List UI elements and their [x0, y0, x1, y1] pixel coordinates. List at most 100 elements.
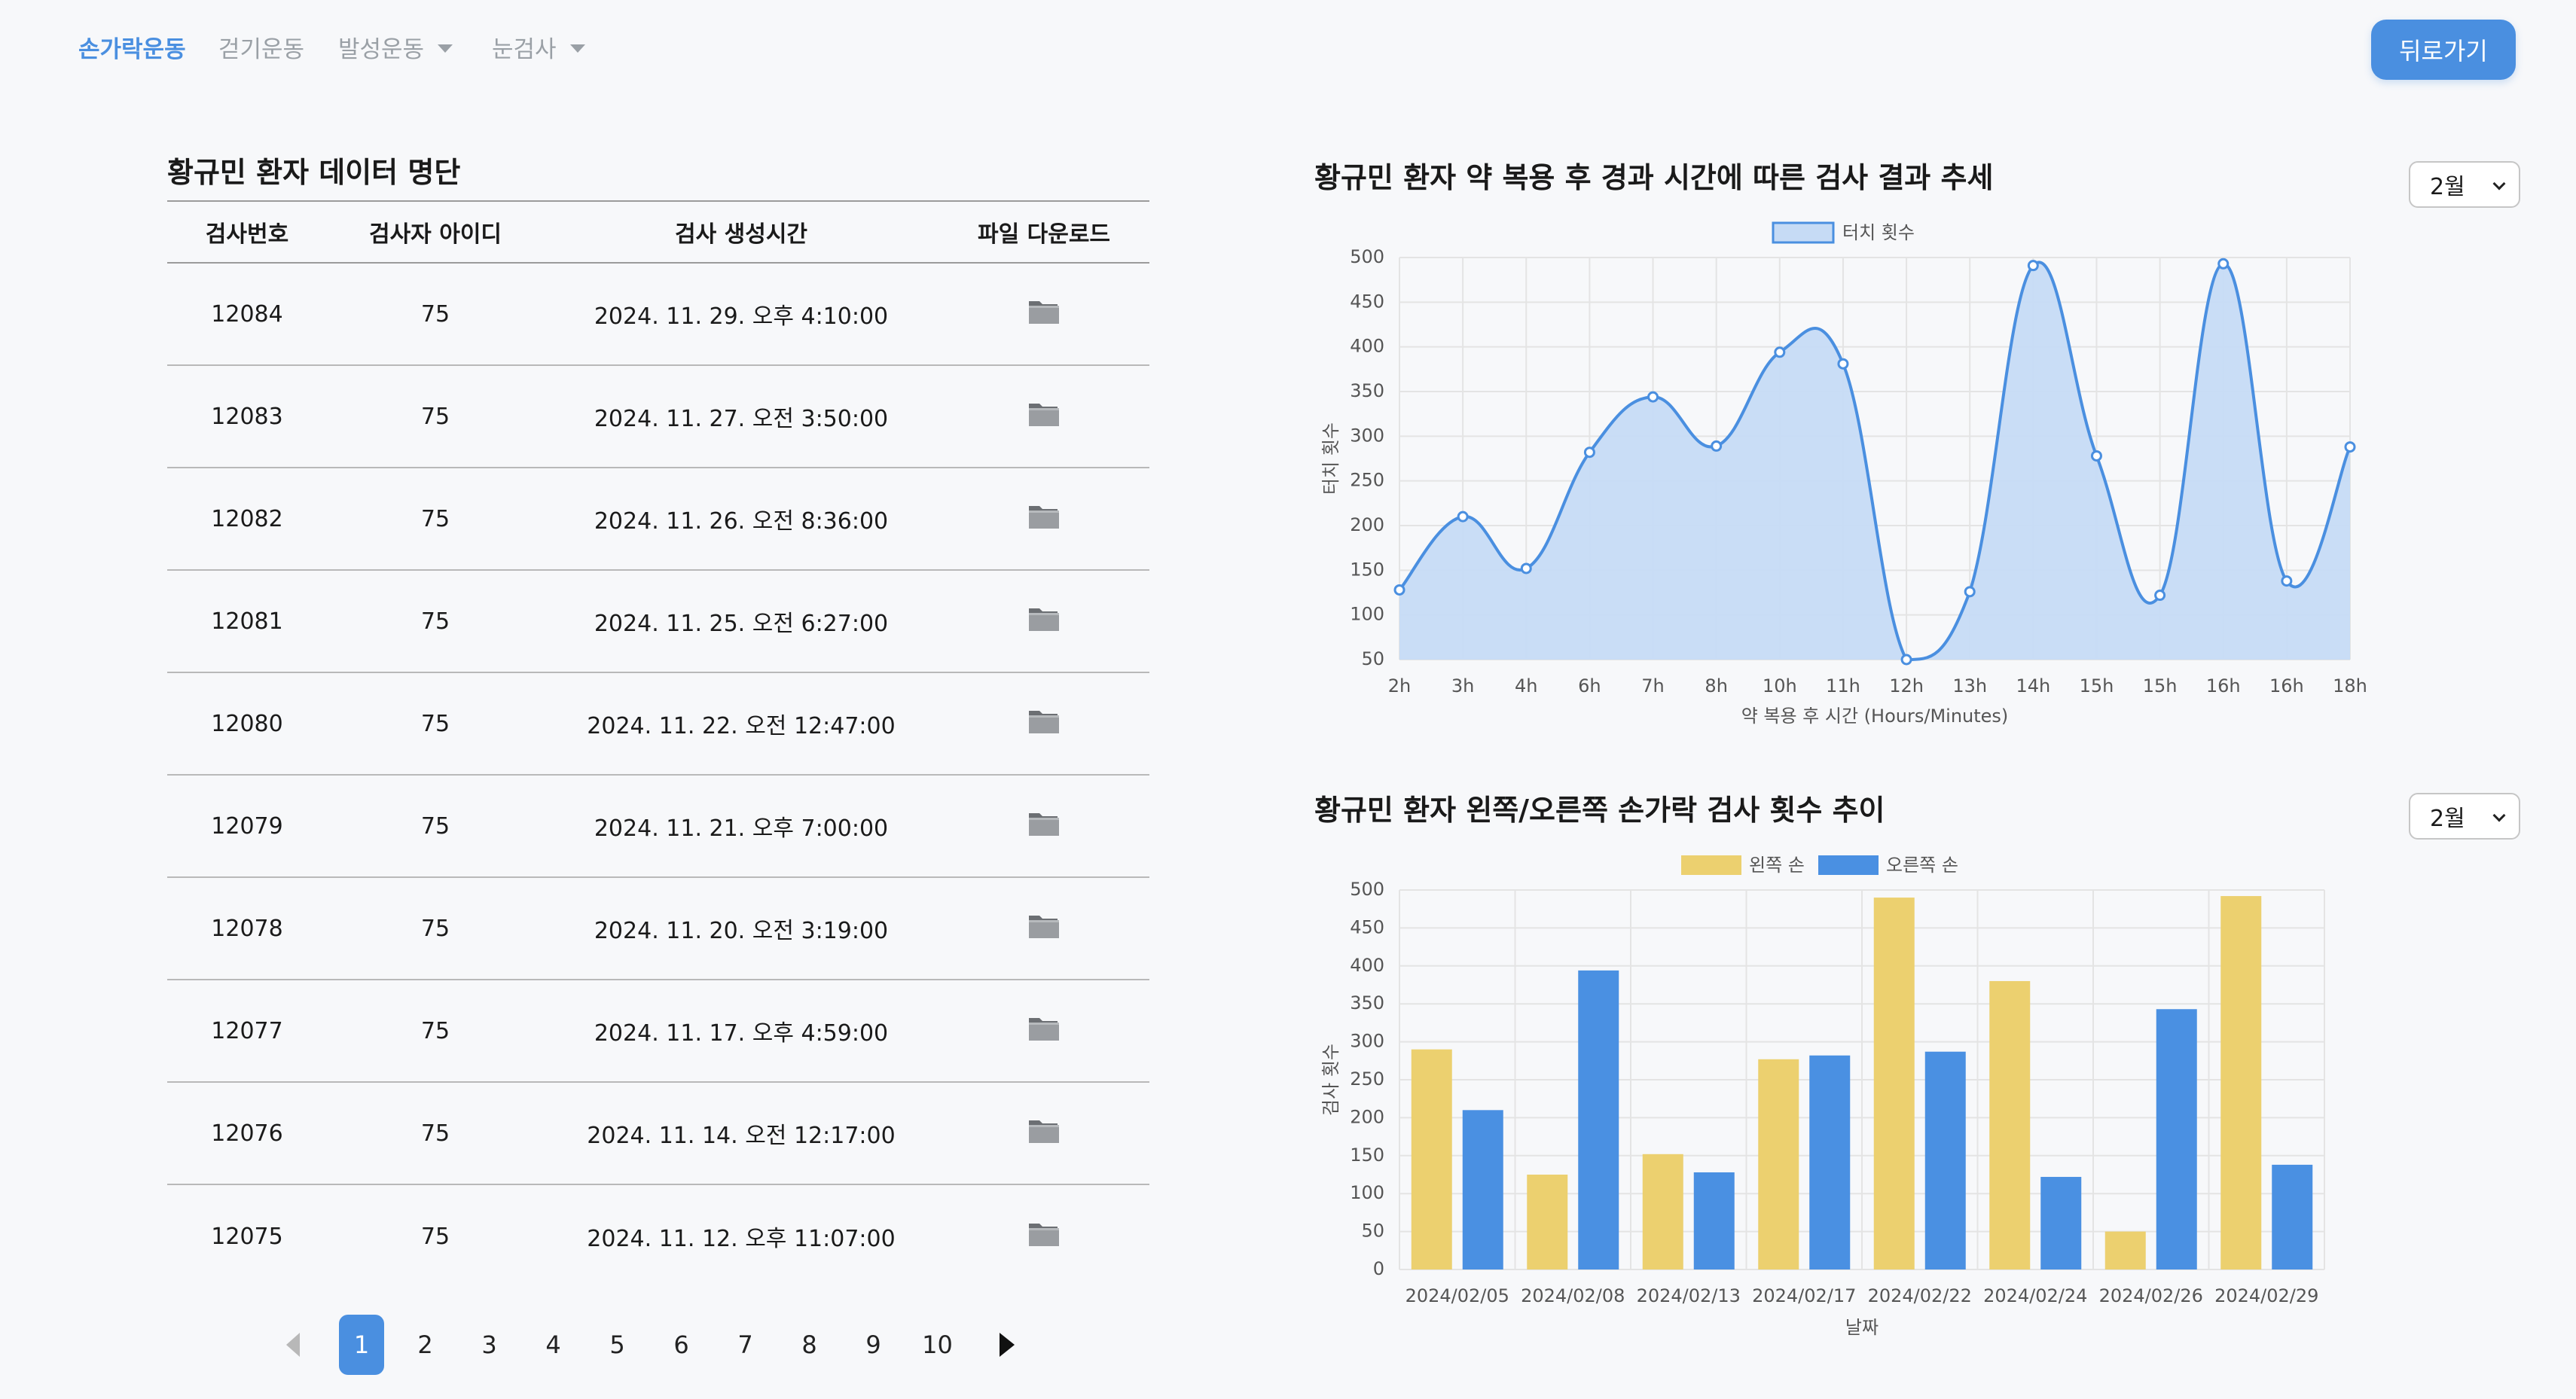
- cell-file-download: [939, 501, 1149, 536]
- cell-test-number: 12082: [211, 505, 283, 532]
- nav-tab-eye[interactable]: 눈검사: [492, 30, 585, 64]
- y-tick-label: 350: [1350, 992, 1384, 1013]
- page-number-7[interactable]: 7: [713, 1330, 777, 1359]
- y-tick-label: 400: [1350, 336, 1384, 357]
- cell-test-number: 12075: [211, 1223, 283, 1250]
- nav-tab-label: 손가락운동: [78, 36, 186, 63]
- table-row: 12083 75 2024. 11. 27. 오전 3:50:00: [167, 366, 1149, 468]
- x-tick-label: 14h: [2016, 675, 2050, 696]
- y-tick-label: 350: [1350, 380, 1384, 401]
- bar-right-hand: [1462, 1110, 1503, 1269]
- bar-left-hand: [2220, 896, 2262, 1269]
- folder-download-icon[interactable]: [1027, 911, 1061, 940]
- cell-created-time: 2024. 11. 25. 오전 6:27:00: [594, 611, 889, 637]
- bar-left-hand: [1989, 980, 2031, 1269]
- y-tick-label: 100: [1350, 604, 1384, 625]
- y-tick-label: 300: [1350, 1031, 1384, 1052]
- page-number-8[interactable]: 8: [777, 1330, 841, 1359]
- nav-tab-label: 걷기운동: [218, 36, 305, 63]
- bar-right-hand: [2272, 1164, 2313, 1269]
- cell-test-number: 12081: [211, 608, 283, 635]
- cell-user-id: 75: [420, 608, 450, 635]
- cell-created-time: 2024. 11. 29. 오후 4:10:00: [594, 303, 889, 330]
- table-row: 12080 75 2024. 11. 22. 오전 12:47:00: [167, 673, 1149, 776]
- header-created-time: 검사 생성시간: [674, 221, 808, 248]
- cell-file-download: [939, 1219, 1149, 1254]
- x-axis-label: 약 복용 후 시간 (Hours/Minutes): [1741, 706, 2009, 727]
- x-tick-label: 3h: [1451, 675, 1474, 696]
- cell-user-id: 75: [420, 915, 450, 942]
- x-tick-label: 8h: [1705, 675, 1727, 696]
- caret-down-icon: [438, 44, 453, 53]
- prev-page-icon[interactable]: [286, 1333, 300, 1357]
- x-tick-label: 2024/02/08: [1521, 1285, 1625, 1306]
- folder-download-icon[interactable]: [1027, 1116, 1061, 1144]
- cell-user-id: 75: [420, 300, 450, 328]
- nav-tab-voice[interactable]: 발성운동: [338, 30, 453, 64]
- legend-label: 오른쪽 손: [1886, 855, 1958, 876]
- table-body: 12084 75 2024. 11. 29. 오후 4:10:00 12083 75 20…: [167, 264, 1149, 1288]
- x-tick-label: 2024/02/13: [1637, 1285, 1741, 1306]
- cell-test-number: 12080: [211, 710, 283, 737]
- line-area-fill: [1399, 262, 2350, 660]
- y-axis-label: 검사 횟수: [1320, 1044, 1341, 1116]
- chevron-down-icon: [2492, 809, 2506, 822]
- chevron-down-icon: [2492, 177, 2506, 190]
- month-select-chart1[interactable]: 2월: [2409, 161, 2520, 208]
- x-tick-label: 2024/02/29: [2214, 1285, 2318, 1306]
- bar-left-hand: [1411, 1049, 1452, 1269]
- folder-download-icon[interactable]: [1027, 1013, 1061, 1042]
- y-tick-label: 400: [1350, 955, 1384, 976]
- folder-download-icon[interactable]: [1027, 297, 1061, 325]
- data-point: [1964, 586, 1976, 598]
- folder-download-icon[interactable]: [1027, 706, 1061, 735]
- cell-created-time: 2024. 11. 21. 오후 7:00:00: [594, 815, 889, 842]
- line-chart-title: 황규민 환자 약 복용 후 경과 시간에 따른 검사 결과 추세: [1314, 161, 1994, 194]
- page-number-10[interactable]: 10: [905, 1330, 969, 1359]
- page-number-4[interactable]: 4: [521, 1330, 585, 1359]
- cell-user-id: 75: [420, 1120, 450, 1147]
- y-tick-label: 150: [1350, 559, 1384, 580]
- cell-user-id: 75: [420, 505, 450, 532]
- y-tick-label: 50: [1361, 648, 1384, 669]
- nav-tab-walking[interactable]: 걷기운동: [218, 30, 304, 64]
- folder-download-icon[interactable]: [1027, 604, 1061, 632]
- legend-swatch-right-hand: [1818, 855, 1879, 875]
- header-test-number: 검사번호: [205, 221, 289, 248]
- cell-user-id: 75: [420, 710, 450, 737]
- x-tick-label: 2h: [1388, 675, 1411, 696]
- page-number-5[interactable]: 5: [585, 1330, 649, 1359]
- bar-right-hand: [1693, 1172, 1735, 1269]
- cell-test-number: 12076: [211, 1120, 283, 1147]
- folder-download-icon[interactable]: [1027, 399, 1061, 428]
- page-number-3[interactable]: 3: [457, 1330, 521, 1359]
- folder-download-icon[interactable]: [1027, 501, 1061, 530]
- x-tick-label: 11h: [1826, 675, 1860, 696]
- y-axis-label: 터치 횟수: [1320, 422, 1341, 495]
- page-number-1[interactable]: 1: [339, 1315, 384, 1375]
- month-select-chart2[interactable]: 2월: [2409, 793, 2520, 840]
- cell-file-download: [939, 604, 1149, 639]
- cell-test-number: 12083: [211, 403, 283, 430]
- page-number-6[interactable]: 6: [649, 1330, 713, 1359]
- x-tick-label: 13h: [1952, 675, 1987, 696]
- month-select-value: 2월: [2430, 806, 2465, 832]
- nav-tab-label: 눈검사: [492, 36, 557, 63]
- page-number-2[interactable]: 2: [393, 1330, 457, 1359]
- page-number-9[interactable]: 9: [841, 1330, 905, 1359]
- x-tick-label: 16h: [2269, 675, 2304, 696]
- data-point: [1900, 654, 1912, 666]
- legend-swatch-touch-count: [1772, 221, 1835, 244]
- next-page-icon[interactable]: [1000, 1333, 1015, 1357]
- data-point: [1520, 562, 1532, 575]
- folder-download-icon[interactable]: [1027, 1219, 1061, 1248]
- cell-file-download: [939, 1116, 1149, 1151]
- folder-download-icon[interactable]: [1027, 809, 1061, 837]
- y-tick-label: 450: [1350, 291, 1384, 312]
- table-row: 12075 75 2024. 11. 12. 오후 11:07:00: [167, 1185, 1149, 1288]
- cell-created-time: 2024. 11. 12. 오후 11:07:00: [587, 1226, 896, 1252]
- back-button[interactable]: 뒤로가기: [2371, 20, 2516, 80]
- cell-file-download: [939, 911, 1149, 946]
- nav-tab-finger[interactable]: 손가락운동: [78, 30, 186, 64]
- data-point: [1837, 358, 1849, 370]
